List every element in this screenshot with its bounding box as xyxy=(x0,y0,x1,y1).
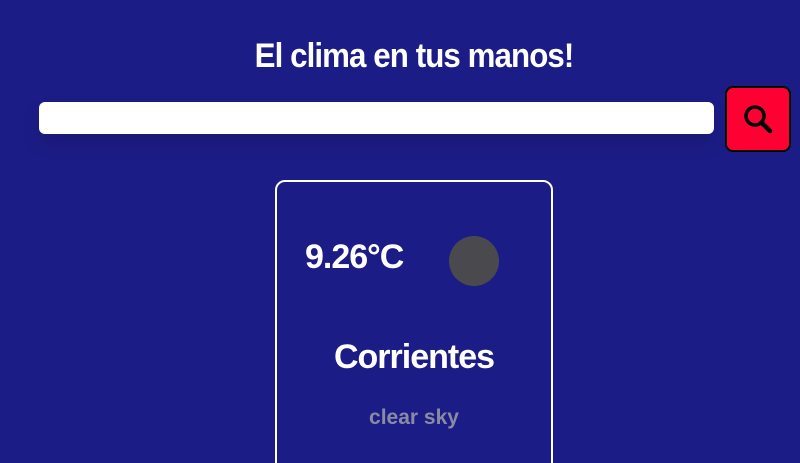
weather-app: El clima en tus manos! 9.26°C Corrientes… xyxy=(0,0,800,463)
search-input[interactable] xyxy=(39,102,714,134)
city-name: Corrientes xyxy=(333,338,495,376)
page-title: El clima en tus manos! xyxy=(254,36,575,75)
search-icon xyxy=(741,102,775,136)
weather-card: 9.26°C Corrientes clear sky xyxy=(275,180,553,463)
weather-icon xyxy=(449,236,499,286)
temperature: 9.26°C xyxy=(305,238,404,276)
search-button[interactable] xyxy=(725,86,791,152)
weather-description: clear sky xyxy=(369,406,459,429)
